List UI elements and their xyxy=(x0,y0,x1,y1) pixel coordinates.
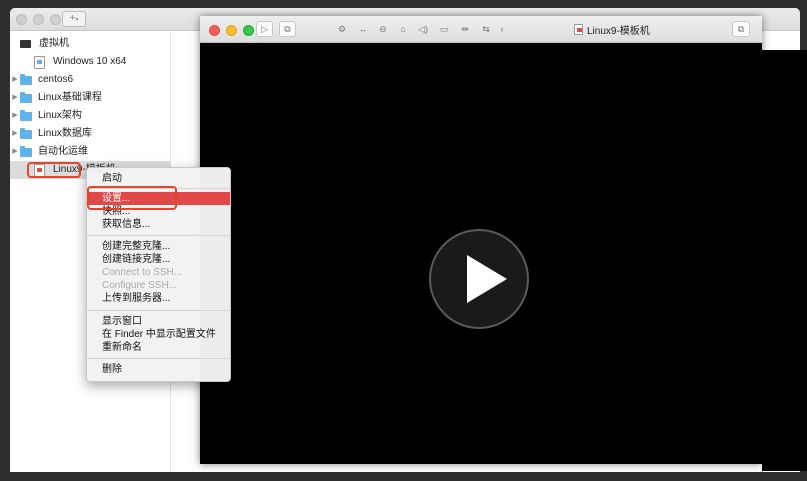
sidebar-item-centos6[interactable]: ▶ centos6 xyxy=(10,71,170,89)
camera-icon[interactable]: ▭ xyxy=(436,21,452,37)
menu-item-delete[interactable]: 删除 xyxy=(87,363,230,376)
resize-icon[interactable]: ↔ xyxy=(355,21,371,37)
hdd-icon[interactable]: ⊖ xyxy=(375,21,391,37)
folder-icon xyxy=(20,109,32,121)
menu-item-configure-ssh: Configure SSH... xyxy=(102,280,178,291)
sidebar-item-label: Linux基础课程 xyxy=(38,92,102,103)
sidebar-item-linux-arch[interactable]: ▶ Linux架构 xyxy=(10,107,170,125)
vm-icon xyxy=(574,24,583,35)
sidebar-item-linux-db[interactable]: ▶ Linux数据库 xyxy=(10,125,170,143)
sidebar-item-linux-basics[interactable]: ▶ Linux基础课程 xyxy=(10,89,170,107)
snapshot-icon[interactable]: ⧉ xyxy=(279,21,296,37)
collapse-icon[interactable]: ‹ xyxy=(496,21,508,37)
vm-icon xyxy=(34,55,45,69)
usb-icon[interactable]: ⇹ xyxy=(457,21,473,37)
annotation-highlight-box xyxy=(87,186,177,210)
background-dark-region xyxy=(762,50,807,471)
vm-titlebar: ▷ ⧉ ⚙ ↔ ⊖ ⌂ ◁) ▭ ⇹ ⇆ ‹ Linux9-模板机 ⧉ xyxy=(200,16,762,43)
sidebar-item-label: Windows 10 x64 xyxy=(53,56,127,67)
sidebar-item-label: 自动化运维 xyxy=(38,146,88,157)
disclosure-arrow-icon[interactable]: ▶ xyxy=(10,71,20,89)
sidebar-item-automation[interactable]: ▶ 自动化运维 xyxy=(10,143,170,161)
menu-separator xyxy=(87,235,230,236)
disk-icon[interactable]: ⌂ xyxy=(395,21,411,37)
sidebar-item-windows10[interactable]: Windows 10 x64 xyxy=(10,53,170,71)
sound-icon[interactable]: ◁) xyxy=(415,21,431,37)
sidebar-item-label: Linux数据库 xyxy=(38,128,92,139)
folder-icon xyxy=(20,73,32,85)
play-icon[interactable]: ▷ xyxy=(256,21,273,37)
zoom-button[interactable] xyxy=(50,14,61,25)
menu-item-show-in-finder[interactable]: 在 Finder 中显示配置文件 xyxy=(87,328,230,341)
settings-icon[interactable]: ⚙ xyxy=(334,21,350,37)
vm-window-title: Linux9-模板机 xyxy=(574,22,650,37)
vm-display[interactable] xyxy=(200,43,762,464)
disclosure-arrow-icon[interactable]: ▶ xyxy=(10,125,20,143)
restore-icon[interactable]: ⧉ xyxy=(732,21,750,37)
folder-icon xyxy=(20,91,32,103)
play-triangle-icon xyxy=(467,255,507,303)
menu-item-full-clone[interactable]: 创建完整克隆... xyxy=(87,240,230,253)
menu-item-show-window[interactable]: 显示窗口 xyxy=(87,315,230,328)
menu-item-rename[interactable]: 重新命名 xyxy=(87,341,230,354)
share-icon[interactable]: ⇆ xyxy=(478,21,494,37)
folder-icon xyxy=(20,145,32,157)
vm-window-controls xyxy=(209,25,254,36)
disclosure-arrow-icon[interactable]: ▶ xyxy=(10,143,20,161)
sidebar-item-label: centos6 xyxy=(38,74,74,85)
chevron-down-icon: ▾ xyxy=(75,17,79,23)
menu-separator xyxy=(87,358,230,359)
library-window-controls xyxy=(16,14,61,25)
disclosure-arrow-icon[interactable]: ▶ xyxy=(10,107,20,125)
sidebar-root-label: 虚拟机 xyxy=(39,38,69,49)
minimize-button[interactable] xyxy=(226,25,237,36)
folder-icon xyxy=(20,127,32,139)
annotation-highlight-box xyxy=(27,162,81,178)
menu-item-connect-ssh: Connect to SSH... xyxy=(102,267,183,278)
close-button[interactable] xyxy=(209,25,220,36)
close-button[interactable] xyxy=(16,14,27,25)
computer-icon xyxy=(20,40,31,48)
vm-window: ▷ ⧉ ⚙ ↔ ⊖ ⌂ ◁) ▭ ⇹ ⇆ ‹ Linux9-模板机 ⧉ xyxy=(200,16,762,464)
vm-title-text: Linux9-模板机 xyxy=(587,26,650,37)
menu-item-linked-clone[interactable]: 创建链接克隆... xyxy=(87,253,230,266)
menu-item-start[interactable]: 启动 xyxy=(87,172,230,185)
zoom-button[interactable] xyxy=(243,25,254,36)
add-vm-button[interactable]: +▾ xyxy=(62,11,86,27)
menu-item-upload-server[interactable]: 上传到服务器... xyxy=(87,292,230,305)
disclosure-arrow-icon[interactable]: ▶ xyxy=(10,89,20,107)
menu-item-get-info[interactable]: 获取信息... xyxy=(87,218,230,231)
sidebar-root[interactable]: 虚拟机 xyxy=(10,35,170,53)
menu-separator xyxy=(87,310,230,311)
minimize-button[interactable] xyxy=(33,14,44,25)
play-button[interactable] xyxy=(429,229,529,329)
sidebar-item-label: Linux架构 xyxy=(38,110,82,121)
